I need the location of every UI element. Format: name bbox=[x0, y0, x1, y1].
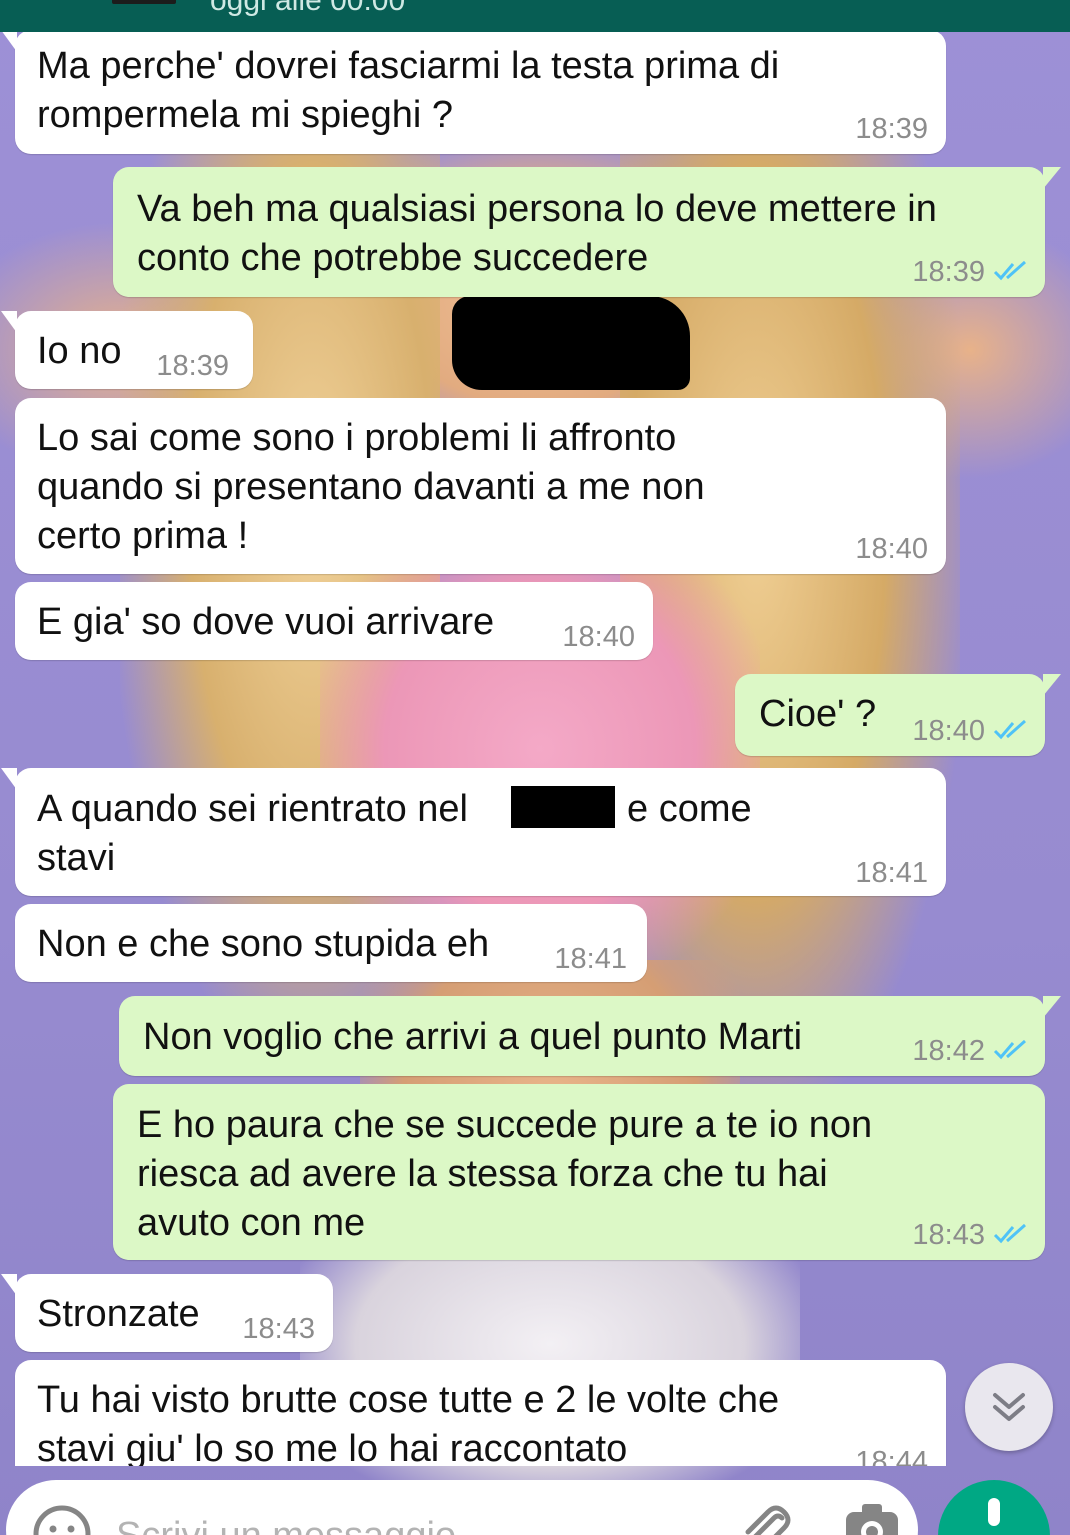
message-input[interactable] bbox=[116, 1506, 676, 1535]
message-text: Non voglio che arrivi a quel punto Marti bbox=[143, 1016, 803, 1058]
message-incoming[interactable]: E gia' so dove vuoi arrivare 18:40 bbox=[15, 582, 653, 660]
message-text: Ma perche' dovrei fasciarmi la testa pri… bbox=[37, 45, 780, 136]
message-time: 18:41 bbox=[554, 943, 627, 975]
chevron-double-down-icon bbox=[993, 1393, 1025, 1421]
message-time: 18:40 bbox=[855, 533, 928, 565]
message-text: Non e che sono stupida eh bbox=[37, 923, 490, 965]
message-outgoing[interactable]: Va beh ma qualsiasi persona lo deve mett… bbox=[113, 167, 1061, 297]
avatar[interactable] bbox=[112, 0, 176, 4]
redaction-block bbox=[511, 786, 615, 828]
message-time: 18:39 bbox=[156, 350, 229, 382]
message-incoming[interactable]: Lo sai come sono i problemi li affronto … bbox=[15, 398, 946, 574]
message-outgoing[interactable]: E ho paura che se succede pure a te io n… bbox=[113, 1084, 1045, 1260]
message-text: Va beh ma qualsiasi persona lo deve mett… bbox=[137, 188, 937, 279]
message-incoming[interactable]: Tu hai visto brutte cose tutte e 2 le vo… bbox=[15, 1360, 946, 1466]
message-time: 18:42 bbox=[912, 1035, 985, 1067]
double-check-icon bbox=[993, 719, 1026, 740]
message-text-line2: stavi bbox=[37, 837, 116, 879]
message-composer[interactable] bbox=[6, 1480, 918, 1535]
message-outgoing[interactable]: Cioe' ? 18:40 bbox=[735, 674, 1061, 756]
emoji-icon[interactable] bbox=[30, 1502, 94, 1535]
message-time: 18:39 bbox=[912, 256, 985, 288]
message-text: Lo sai come sono i problemi li affronto … bbox=[37, 417, 705, 557]
message-text: Tu hai visto brutte cose tutte e 2 le vo… bbox=[37, 1379, 780, 1466]
message-incoming[interactable]: A quando sei rientrato nel e come stavi … bbox=[1, 768, 946, 896]
camera-icon[interactable] bbox=[840, 1498, 904, 1535]
message-text: Io no bbox=[37, 330, 122, 372]
message-text: Cioe' ? bbox=[759, 693, 877, 735]
last-seen-status: oggi alle 00:00 bbox=[210, 0, 406, 17]
paperclip-icon[interactable] bbox=[734, 1498, 794, 1535]
message-time: 18:40 bbox=[912, 715, 985, 747]
scroll-to-bottom-button[interactable] bbox=[965, 1363, 1053, 1451]
message-text: E ho paura che se succede pure a te io n… bbox=[137, 1104, 873, 1244]
message-time: 18:39 bbox=[855, 113, 928, 145]
message-incoming[interactable]: Stronzate 18:43 bbox=[1, 1274, 333, 1352]
message-time: 18:44 bbox=[855, 1446, 928, 1466]
message-outgoing[interactable]: Non voglio che arrivi a quel punto Marti… bbox=[119, 996, 1061, 1076]
message-text: A quando sei rientrato nel bbox=[37, 788, 468, 830]
message-time: 18:43 bbox=[912, 1219, 985, 1251]
message-text: Stronzate bbox=[37, 1293, 200, 1335]
message-time: 18:40 bbox=[562, 621, 635, 653]
message-time: 18:41 bbox=[855, 857, 928, 889]
mic-icon bbox=[988, 1498, 1000, 1526]
message-time: 18:43 bbox=[242, 1313, 315, 1345]
message-incoming[interactable]: Io no 18:39 bbox=[1, 311, 253, 389]
message-text-continued: e come bbox=[627, 788, 752, 830]
message-input-bar bbox=[0, 1466, 1070, 1535]
double-check-icon bbox=[993, 1039, 1026, 1060]
message-incoming[interactable]: Ma perche' dovrei fasciarmi la testa pri… bbox=[1, 30, 946, 154]
message-incoming[interactable]: Non e che sono stupida eh 18:41 bbox=[15, 904, 647, 982]
chat-header[interactable]: oggi alle 00:00 bbox=[0, 0, 1070, 32]
double-check-icon bbox=[993, 1223, 1026, 1244]
message-list[interactable]: Ma perche' dovrei fasciarmi la testa pri… bbox=[0, 0, 1070, 1466]
mic-button[interactable] bbox=[938, 1480, 1050, 1535]
message-text: E gia' so dove vuoi arrivare bbox=[37, 601, 495, 643]
double-check-icon bbox=[993, 260, 1026, 281]
